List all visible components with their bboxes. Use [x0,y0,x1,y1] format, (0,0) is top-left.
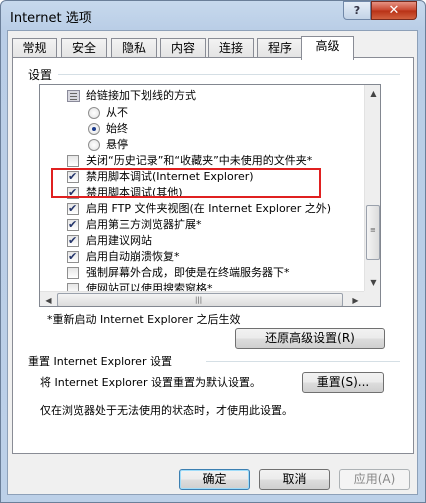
scroll-left-icon[interactable]: ◀ [40,292,57,306]
scroll-up-icon[interactable]: ▲ [365,85,380,102]
list-item-offscreen-compositing[interactable]: 强制屏幕外合成，即使是在终端服务器下* [40,265,364,281]
tab-content[interactable]: 内容 [160,38,206,58]
restore-advanced-button[interactable]: 还原高级设置(R) [235,328,385,349]
reset-group-divider [206,361,400,362]
reset-note: 仅在浏览器处于无法使用的状态时，才使用此设置。 [40,404,293,417]
list-item-hover[interactable]: 悬停 [40,137,364,153]
list-item-label: 悬停 [106,138,128,151]
settings-group-label: 设置 [28,68,53,82]
list-item-label: 启用建议网站 [86,234,152,247]
reset-group-label: 重置 Internet Explorer 设置 [28,355,172,368]
scroll-corner [364,291,380,306]
radio-always[interactable] [88,123,100,135]
vertical-scrollbar[interactable]: ▲ ≡ ▼ [364,85,380,291]
list-item-label: 启用 FTP 文件夹视图(在 Internet Explorer 之外) [86,202,332,215]
list-item-label: 给链接加下划线的方式 [86,89,196,102]
red-highlight-box [51,168,321,198]
grip-icon: ≡ [370,226,376,234]
checkbox-suggested-sites[interactable] [67,233,79,249]
tab-privacy[interactable]: 隐私 [111,38,157,58]
ok-button[interactable]: 确定 [179,469,250,490]
list-item-label: 强制屏幕外合成，即使是在终端服务器下* [86,266,290,279]
radio-hover[interactable] [88,139,100,151]
checkbox-offscreen-compositing[interactable] [67,267,79,279]
tab-general[interactable]: 常规 [12,38,57,58]
reset-button[interactable]: 重置(S)... [302,372,384,393]
checkbox-close-unused-folders[interactable] [67,155,79,167]
tab-security[interactable]: 安全 [61,38,107,58]
tab-advanced[interactable]: 高级 [301,36,354,60]
list-item-third-party-extensions[interactable]: 启用第三方浏览器扩展* [40,217,364,233]
checkbox-crash-recovery[interactable] [67,249,79,265]
scroll-right-icon[interactable]: ▶ [347,292,364,306]
cancel-button[interactable]: 取消 [259,469,330,490]
list-item-label: 从不 [106,106,128,119]
list-item-ftp-folder-view[interactable]: 启用 FTP 文件夹视图(在 Internet Explorer 之外) [40,201,364,217]
scroll-down-icon[interactable]: ▼ [365,274,380,291]
list-item-suggested-sites[interactable]: 启用建议网站 [40,233,364,249]
horizontal-scroll-thumb[interactable]: ||| [57,293,343,306]
reset-description: 将 Internet Explorer 设置重置为默认设置。 [40,376,261,389]
apply-button[interactable]: 应用(A) [339,469,410,490]
help-button[interactable]: ? [343,1,371,20]
list-item-always[interactable]: 始终 [40,121,364,137]
restart-note: *重新启动 Internet Explorer 之后生效 [47,313,241,326]
list-item-label: 启用自动崩溃恢复* [86,250,180,263]
list-item-close-unused-folders[interactable]: 关闭“历史记录”和“收藏夹”中未使用的文件夹* [40,153,364,169]
close-button[interactable]: ✕ [371,1,417,20]
grip-icon: ||| [195,296,203,304]
list-item-label: 始终 [106,122,128,135]
radio-never[interactable] [88,107,100,119]
title-bar[interactable]: Internet 选项 ? ✕ [1,1,425,31]
checkbox-ftp-folder-view[interactable] [67,201,79,217]
list-item-label: 启用第三方浏览器扩展* [86,218,202,231]
vertical-scroll-thumb[interactable]: ≡ [366,205,380,260]
settings-group-divider [58,74,400,75]
list-item-underline-links: 给链接加下划线的方式 [40,88,364,104]
list-item-never[interactable]: 从不 [40,105,364,121]
list-item-crash-recovery[interactable]: 启用自动崩溃恢复* [40,249,364,265]
settings-folder-icon [67,90,80,102]
checkbox-third-party-extensions[interactable] [67,217,79,233]
window-title: Internet 选项 [10,11,92,26]
tab-programs[interactable]: 程序 [257,38,303,58]
tab-connections[interactable]: 连接 [208,38,254,58]
horizontal-scrollbar[interactable]: ◀ ||| ▶ [40,291,364,306]
list-item-label: 关闭“历史记录”和“收藏夹”中未使用的文件夹* [86,154,313,167]
